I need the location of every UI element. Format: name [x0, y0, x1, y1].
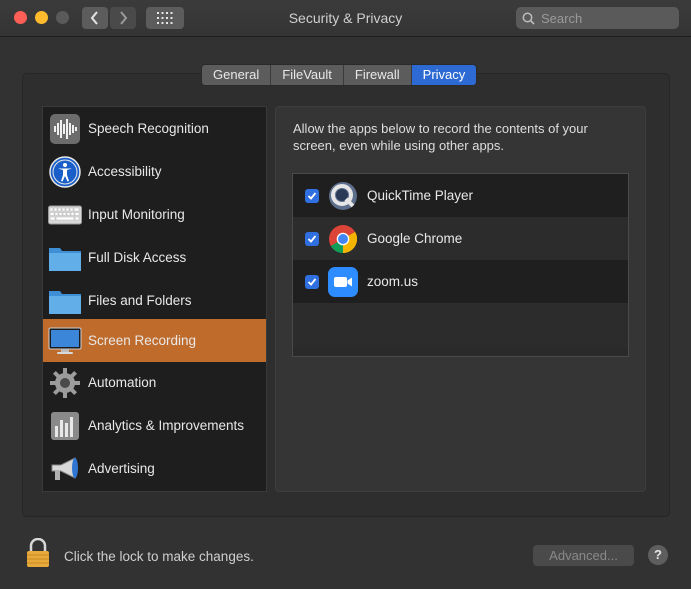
sidebar-item-files-and-folders[interactable]: Files and Folders [43, 279, 266, 322]
sidebar-item-automation[interactable]: Automation [43, 361, 266, 404]
sidebar-item-label: Full Disk Access [88, 250, 187, 265]
zoom-icon [328, 266, 358, 297]
checkmark-icon [307, 277, 317, 286]
sidebar-item-label: Accessibility [88, 164, 162, 179]
tab-bar: General FileVault Firewall Privacy [201, 64, 478, 86]
waveform-icon [47, 111, 83, 147]
sidebar-item-speech-recognition[interactable]: Speech Recognition [43, 107, 266, 150]
help-button[interactable]: ? [648, 545, 668, 565]
sidebar-item-label: Files and Folders [88, 293, 192, 308]
sidebar-item-advertising[interactable]: Advertising [43, 447, 266, 490]
folder-icon [47, 240, 83, 276]
app-label: zoom.us [367, 274, 419, 289]
chrome-checkbox[interactable] [305, 231, 319, 246]
sidebar-item-label: Input Monitoring [88, 207, 185, 222]
privacy-category-list[interactable]: Speech Recognition Accessibility Input M… [42, 106, 267, 492]
sidebar-item-label: Automation [88, 375, 157, 390]
sidebar-item-label: Analytics & Improvements [88, 418, 245, 433]
chrome-icon [328, 224, 358, 254]
bar-chart-icon [47, 408, 83, 444]
sidebar-item-input-monitoring[interactable]: Input Monitoring [43, 193, 266, 236]
display-icon [47, 323, 83, 359]
megaphone-icon [47, 451, 83, 487]
folder-icon [47, 283, 83, 319]
lock-status-text: Click the lock to make changes. [64, 549, 254, 564]
search-icon [522, 12, 535, 25]
tab-privacy[interactable]: Privacy [411, 65, 477, 85]
app-list[interactable]: QuickTime Player Google Chrome zoom.us [292, 173, 629, 357]
sidebar-item-accessibility[interactable]: Accessibility [43, 150, 266, 193]
app-label: QuickTime Player [367, 188, 474, 203]
accessibility-icon [47, 154, 83, 190]
app-label: Google Chrome [367, 231, 463, 246]
quicktime-icon [328, 181, 358, 211]
gear-icon [47, 365, 83, 401]
checkmark-icon [307, 234, 317, 243]
keyboard-icon [47, 197, 83, 233]
sidebar-item-label: Advertising [88, 461, 155, 476]
lock-icon[interactable] [26, 537, 50, 568]
zoom-checkbox[interactable] [305, 274, 319, 289]
sidebar-item-label: Speech Recognition [88, 121, 209, 136]
search-input[interactable] [539, 9, 673, 27]
advanced-button[interactable]: Advanced... [533, 545, 634, 566]
list-item-quicktime-player[interactable]: QuickTime Player [293, 174, 628, 217]
sidebar-item-label: Screen Recording [88, 333, 197, 348]
search-field[interactable] [516, 7, 679, 29]
tab-filevault[interactable]: FileVault [271, 65, 344, 85]
sidebar-item-screen-recording[interactable]: Screen Recording [43, 319, 266, 362]
description-text: Allow the apps below to record the conte… [293, 121, 588, 153]
list-item-zoom-us[interactable]: zoom.us [293, 260, 628, 303]
quicktime-checkbox[interactable] [305, 188, 319, 203]
empty-list-row [293, 303, 628, 347]
tab-general[interactable]: General [202, 65, 272, 85]
checkmark-icon [307, 191, 317, 200]
tab-firewall[interactable]: Firewall [343, 65, 412, 85]
sidebar-item-analytics-improvements[interactable]: Analytics & Improvements [43, 404, 266, 447]
sidebar-item-full-disk-access[interactable]: Full Disk Access [43, 236, 266, 279]
list-item-google-chrome[interactable]: Google Chrome [293, 217, 628, 260]
